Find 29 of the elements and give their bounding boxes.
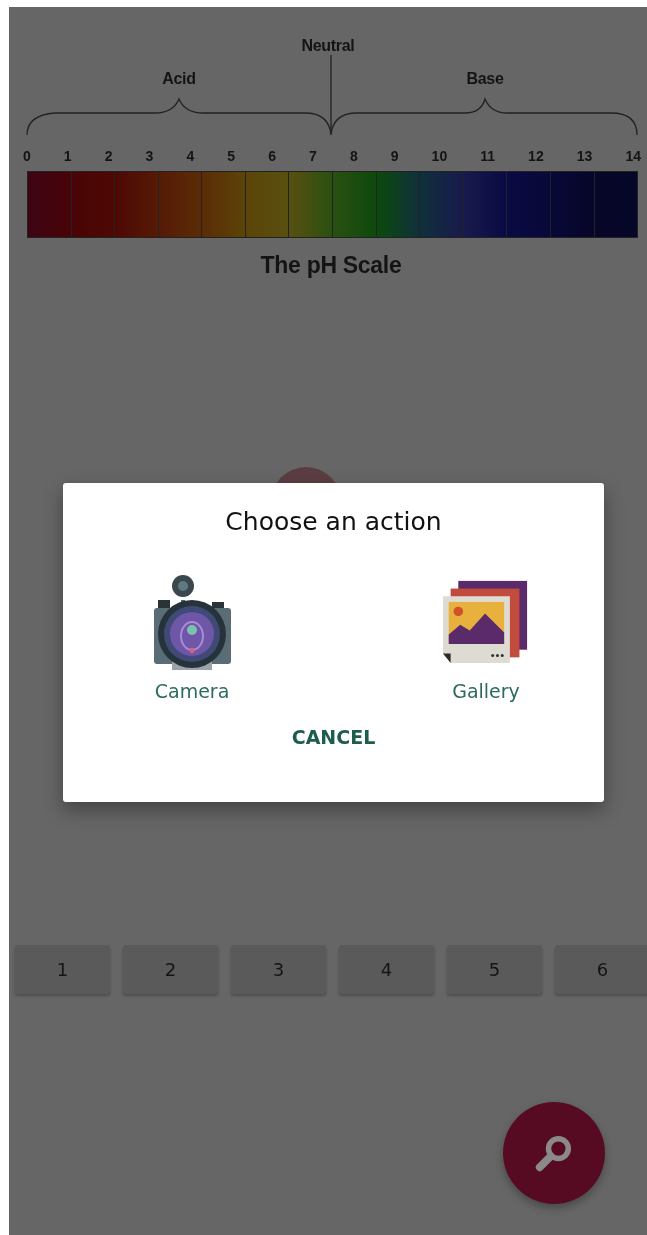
tick-label: 11 [480, 148, 496, 164]
tick-label: 13 [576, 148, 593, 164]
tick-label: 6 [268, 148, 276, 164]
number-button[interactable]: 1 [15, 945, 110, 994]
tick-label: 7 [309, 148, 317, 164]
tick-label: 10 [431, 148, 448, 164]
scale-title: The pH Scale [260, 252, 402, 279]
neutral-label: Neutral [301, 37, 355, 56]
base-label: Base [466, 70, 504, 88]
tick-label: 5 [227, 148, 236, 164]
tick-label: 4 [186, 148, 195, 164]
number-button[interactable]: 5 [447, 945, 542, 994]
dialog-title: Choose an action [225, 507, 442, 536]
tick-label: 1 [63, 148, 72, 164]
tick-label: 3 [145, 148, 154, 164]
acid-label: Acid [162, 70, 196, 88]
tick-label: 9 [390, 148, 399, 164]
tick-label: 12 [528, 148, 544, 164]
tick-label: 8 [349, 148, 358, 164]
number-button[interactable]: 3 [231, 945, 326, 994]
number-button[interactable]: 4 [339, 945, 434, 994]
tick-label: 0 [23, 148, 31, 164]
cancel-button[interactable]: CANCEL [283, 722, 384, 752]
camera-option[interactable]: Camera [149, 572, 235, 702]
tick-label: 2 [104, 148, 113, 164]
gallery-option[interactable]: Gallery [443, 572, 529, 702]
tick-label: 14 [625, 148, 641, 164]
number-button[interactable]: 2 [123, 945, 218, 994]
number-button[interactable]: 6 [555, 945, 647, 994]
